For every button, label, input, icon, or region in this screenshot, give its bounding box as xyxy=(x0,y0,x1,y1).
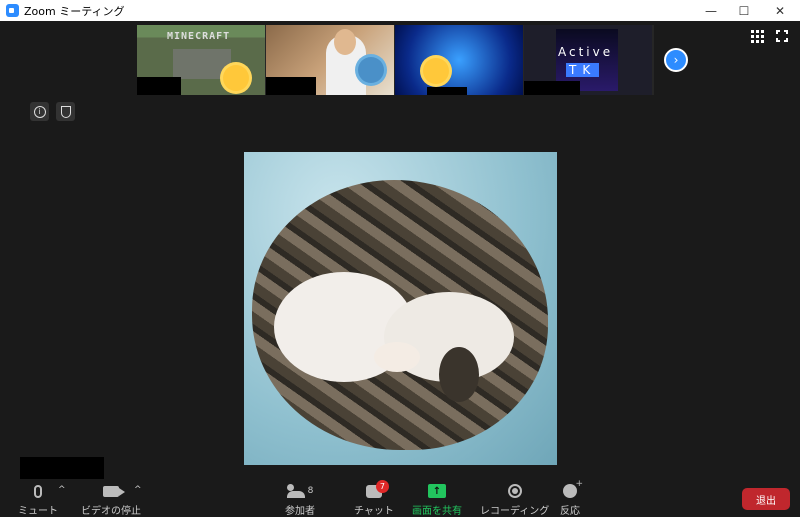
maximize-button[interactable]: ☐ xyxy=(729,0,759,21)
video-label: ビデオの停止 xyxy=(81,506,141,517)
person-head xyxy=(334,29,356,55)
fullscreen-icon[interactable] xyxy=(775,29,789,43)
share-screen-button[interactable]: ↑ 画面を共有 xyxy=(412,483,462,517)
record-label: レコーディング xyxy=(480,506,550,517)
next-page-button[interactable]: › xyxy=(664,48,688,72)
meeting-info-button[interactable]: i xyxy=(30,102,49,121)
video-options-caret[interactable]: ^ xyxy=(134,485,142,495)
reactions-label: 反応 xyxy=(560,506,580,517)
chat-button[interactable]: 7 チャット xyxy=(354,479,394,517)
participants-button[interactable]: 8 参加者 xyxy=(285,483,315,517)
window-title: Zoom ミーティング xyxy=(24,4,125,18)
redacted-name-box xyxy=(137,77,181,95)
redacted-name-box xyxy=(427,87,467,95)
mute-button[interactable]: ミュート xyxy=(18,483,58,517)
participants-count: 8 xyxy=(307,486,314,496)
close-button[interactable]: ✕ xyxy=(765,0,795,21)
participant-thumbnail[interactable] xyxy=(266,25,394,95)
record-icon xyxy=(507,484,522,498)
camera-icon xyxy=(103,485,125,497)
audio-options-caret[interactable]: ^ xyxy=(58,485,66,495)
sun-avatar-icon xyxy=(423,58,449,84)
stop-video-button[interactable]: ビデオの停止 xyxy=(81,483,141,517)
participants-label: 参加者 xyxy=(285,506,315,517)
participant-thumbnail[interactable]: Active TK xyxy=(524,25,652,95)
window-titlebar: Zoom ミーティング — ☐ ✕ xyxy=(0,0,800,21)
participant-thumbnail[interactable] xyxy=(395,25,523,95)
record-button[interactable]: レコーディング xyxy=(480,483,549,517)
share-label: 画面を共有 xyxy=(412,506,462,517)
leave-button[interactable]: 退出 xyxy=(742,488,790,510)
zoom-logo-icon xyxy=(6,4,19,17)
info-icon: i xyxy=(33,105,46,118)
shield-icon xyxy=(60,105,71,118)
cat-image-part xyxy=(374,342,420,372)
active-text: Active xyxy=(558,45,614,59)
minimize-button[interactable]: — xyxy=(696,0,726,21)
microphone-icon xyxy=(34,484,42,498)
mute-label: ミュート xyxy=(18,506,58,517)
main-video xyxy=(244,152,557,465)
reactions-button[interactable]: 反応 xyxy=(560,479,583,517)
pen-avatar-icon xyxy=(358,57,384,83)
thumbnail-text: MINECRAFT xyxy=(167,31,231,42)
meeting-toolbar: ミュート ^ ビデオの停止 ^ 8 参加者 7 チャット ↑ 画面を共有 レコー… xyxy=(0,479,800,517)
chat-badge: 7 xyxy=(375,479,389,493)
participant-thumbnail-strip: MINECRAFT Active TK xyxy=(137,25,654,95)
redacted-name-box xyxy=(20,457,104,479)
share-screen-icon: ↑ xyxy=(428,484,446,498)
tk-text: TK xyxy=(566,63,600,77)
reactions-icon xyxy=(563,479,583,498)
security-button[interactable] xyxy=(56,102,75,121)
redacted-name-box xyxy=(266,77,316,95)
redacted-name-box xyxy=(524,81,580,95)
sun-avatar-icon xyxy=(223,65,249,91)
participant-thumbnail[interactable]: MINECRAFT xyxy=(137,25,265,95)
chat-icon: 7 xyxy=(365,479,389,498)
chat-label: チャット xyxy=(354,506,394,517)
cat-image-part xyxy=(439,347,479,402)
meeting-area: MINECRAFT Active TK › i ミュート ^ ビデオの停止 ^ … xyxy=(0,21,800,517)
participants-icon xyxy=(286,484,305,498)
gallery-view-icon[interactable] xyxy=(751,30,764,43)
